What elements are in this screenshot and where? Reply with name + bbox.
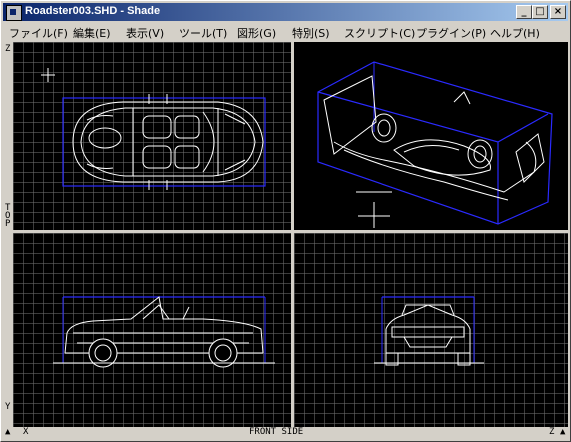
bottom-arrow-left-icon[interactable]: ▲: [5, 427, 10, 437]
menu-script[interactable]: スクリプト(C): [344, 25, 415, 41]
bottom-ruler[interactable]: ▲ X FRONT SIDE Z ▲: [3, 427, 568, 438]
left-ruler[interactable]: Z TOP Y: [3, 42, 13, 427]
menu-edit[interactable]: 編集(E): [73, 25, 111, 41]
viewport-area: Z TOP Y ▲ X FRONT SIDE Z ▲: [3, 42, 568, 438]
menu-bar: ファイル(F) 編集(E) 表示(V) ツール(T) 図形(G) 特別(S) ス…: [3, 22, 568, 41]
bounding-box: [62, 97, 266, 187]
view-front-side-label: FRONT SIDE: [249, 427, 304, 437]
menu-special[interactable]: 特別(S): [292, 25, 330, 41]
menu-shape[interactable]: 図形(G): [237, 25, 276, 41]
menu-view[interactable]: 表示(V): [126, 25, 164, 41]
minimize-button[interactable]: _: [516, 5, 532, 19]
top-view-drawing: [41, 68, 266, 190]
close-button[interactable]: ×: [550, 5, 566, 19]
axis-z-label: Z: [5, 44, 11, 54]
perspective-view-pane[interactable]: [294, 42, 568, 230]
shade-app-icon[interactable]: [6, 5, 22, 21]
menu-plugin[interactable]: プラグイン(P): [416, 25, 486, 41]
axis-y-label: Y: [5, 402, 11, 412]
perspective-view-drawing: [317, 61, 553, 228]
maximize-button[interactable]: □: [532, 5, 548, 19]
horizontal-splitter[interactable]: [13, 230, 568, 233]
vertical-splitter[interactable]: [291, 42, 294, 427]
front-view-pane[interactable]: [13, 233, 291, 427]
axis-z-bottom-label: Z: [549, 427, 555, 437]
window-title: Roadster003.SHD - Shade: [25, 5, 161, 17]
front-view-drawing: [53, 296, 275, 368]
perspective-bbox: [317, 61, 553, 225]
menu-help[interactable]: ヘルプ(H): [490, 25, 540, 41]
menu-tools[interactable]: ツール(T): [179, 25, 227, 41]
menu-file[interactable]: ファイル(F): [9, 25, 68, 41]
title-bar[interactable]: Roadster003.SHD - Shade _ □ ×: [3, 3, 568, 21]
axis-x-label: X: [23, 427, 29, 437]
view-top-label: TOP: [5, 203, 11, 229]
side-view-drawing: [374, 296, 484, 366]
side-view-pane[interactable]: [294, 233, 568, 427]
top-view-pane[interactable]: [13, 42, 291, 230]
app-window: Roadster003.SHD - Shade _ □ × ファイル(F) 編集…: [0, 0, 571, 442]
bottom-arrow-right-icon[interactable]: ▲: [560, 427, 565, 437]
